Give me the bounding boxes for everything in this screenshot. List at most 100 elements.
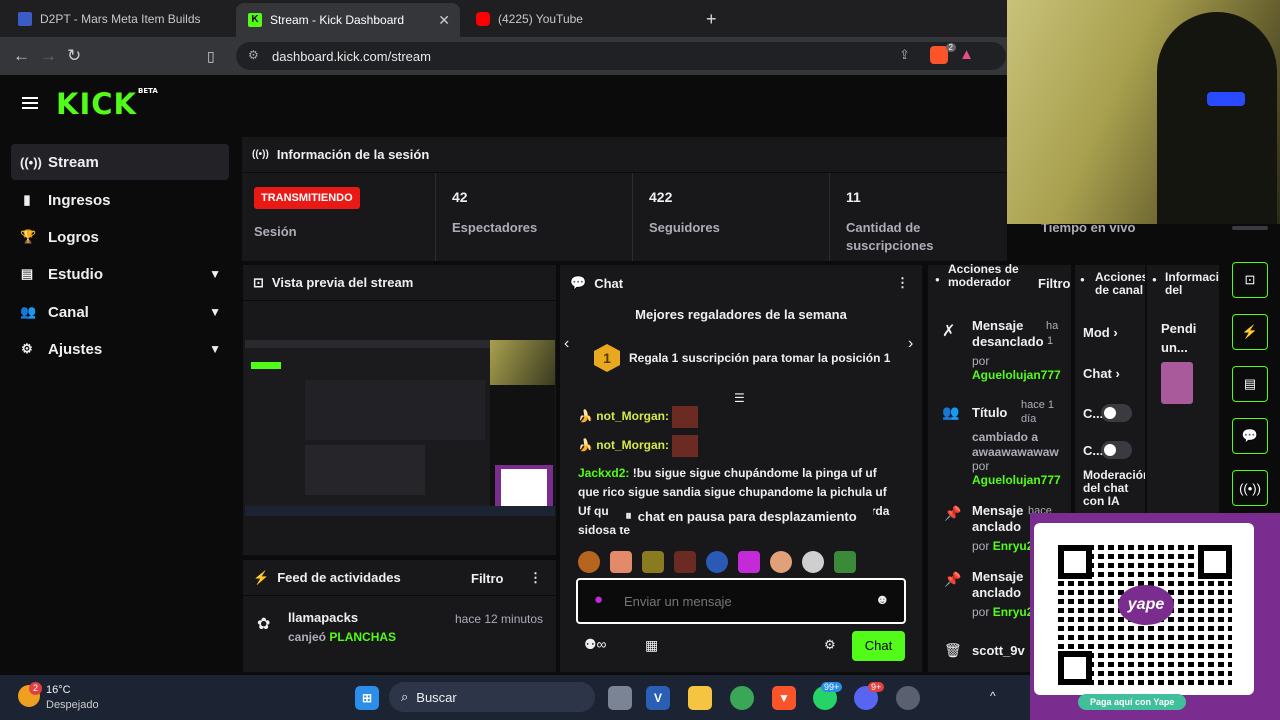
panel-header: ⊡ Vista previa del stream (243, 265, 556, 301)
chat-username[interactable]: not_Morgan: (596, 409, 669, 423)
broadcast-icon[interactable]: ((•)) (1232, 470, 1268, 506)
sidebar-item-ingresos[interactable]: ▮ Ingresos (11, 182, 229, 218)
stat-viewers: 42 Espectadores (435, 173, 632, 261)
emote-icon[interactable] (578, 551, 600, 573)
sidebar-item-estudio[interactable]: ▤ Estudio ▼ (11, 256, 229, 292)
whatsapp-badge: 99+ (821, 682, 843, 692)
chat-username[interactable]: Jackxd2: (578, 466, 629, 480)
chevron-up-icon[interactable]: ^ (990, 689, 996, 703)
toggle-switch[interactable] (1101, 441, 1132, 459)
file-explorer-icon[interactable] (688, 686, 712, 710)
forward-arrow-icon[interactable]: → (40, 46, 57, 66)
taskbar-search[interactable]: ⌕ Buscar (389, 682, 595, 712)
store-icon[interactable]: ▦ (645, 637, 658, 654)
chat-paused-banner[interactable]: ⏸ chat en pausa para desplazamiento (609, 505, 873, 527)
bookmark-icon[interactable]: ▯ (207, 46, 215, 66)
more-options-icon[interactable]: ⋮ (529, 570, 542, 586)
back-arrow-icon[interactable]: ← (13, 46, 30, 66)
stream-preview-video[interactable] (245, 340, 555, 516)
vscode-icon[interactable]: V (646, 686, 670, 710)
stat-label: Seguidores (649, 220, 720, 235)
emoji-icon[interactable]: ☻ (875, 591, 890, 607)
url-field[interactable]: ⚙ dashboard.kick.com/stream ⇪ 2 ▲ (236, 42, 1006, 70)
emote-icon[interactable] (834, 551, 856, 573)
yape-logo: yape (1118, 585, 1174, 625)
pin-icon: 📌 (944, 571, 962, 587)
windows-start-icon[interactable]: ⊞ (355, 686, 379, 710)
channel-action-chat[interactable]: Chat › (1083, 366, 1120, 381)
chat-username[interactable]: not_Morgan: (596, 438, 669, 452)
broadcast-icon: ((•)) (252, 149, 269, 160)
points-icon[interactable]: ⚉∞ (584, 636, 607, 653)
sidebar-item-label: Estudio (48, 265, 103, 283)
bolt-icon[interactable]: ⚡ (1232, 314, 1268, 350)
tab-youtube[interactable]: (4225) YouTube (464, 4, 688, 34)
obs-icon[interactable] (896, 686, 920, 710)
feed-reward: PLANCHAS (329, 630, 397, 644)
toggle-switch[interactable] (1101, 404, 1132, 422)
search-icon: ⌕ (401, 689, 409, 704)
emote-icon[interactable] (770, 551, 792, 573)
gear-icon: ⚙ (21, 341, 33, 356)
kick-sidebar: KICKBETA ((•)) Stream ▮ Ingresos 🏆 Logro… (0, 75, 240, 675)
menu-icon[interactable] (22, 97, 38, 112)
chat-message-input[interactable] (624, 590, 864, 612)
stream-info-panel: ● Información del stream Pendi un... (1147, 265, 1219, 515)
weather-desc: Despejado (46, 699, 99, 711)
stream-thumbnail[interactable] (1161, 362, 1193, 404)
brave-icon[interactable]: ▼ (772, 686, 796, 710)
chat-bubble-icon[interactable]: 💬 (1232, 418, 1268, 454)
microphone-icon[interactable]: ● (594, 591, 603, 608)
channel-action-mod[interactable]: Mod › (1083, 325, 1118, 340)
trash-icon: 🗑 (944, 642, 962, 658)
collapse-icon[interactable]: ☰ (734, 391, 745, 405)
chat-input-box[interactable]: ● ☻ (576, 578, 906, 624)
kick-logo[interactable]: KICKBETA (56, 87, 158, 121)
notes-icon[interactable]: ▤ (1232, 366, 1268, 402)
tab-d2pt[interactable]: D2PT - Mars Meta Item Builds (6, 4, 234, 34)
mod-action-user[interactable]: Aguelolujan777 (972, 473, 1061, 487)
chrome-icon[interactable] (730, 686, 754, 710)
sidebar-item-logros[interactable]: 🏆 Logros (11, 219, 229, 255)
mod-action-time: hace 1 día (1021, 399, 1055, 425)
site-settings-icon[interactable]: ⚙ (248, 48, 259, 62)
sidebar-item-ajustes[interactable]: ⚙ Ajustes ▼ (11, 331, 229, 367)
mod-action-user[interactable]: Enryu2 (993, 539, 1034, 553)
more-options-icon[interactable]: ⋮ (896, 275, 909, 291)
gear-icon[interactable]: ⚙ (824, 637, 836, 653)
close-tab-icon[interactable]: ✕ (438, 12, 450, 29)
emote-icon[interactable] (738, 551, 760, 573)
mod-action-user[interactable]: Enryu2 (993, 605, 1034, 619)
tab-title: Stream - Kick Dashboard (270, 13, 405, 27)
chart-icon: ▮ (23, 192, 31, 207)
sidebar-item-label: Ajustes (48, 340, 103, 358)
windows-taskbar: 2 16°C Despejado ⊞ ⌕ Buscar V ▼ 99+ 9+ ^ (0, 675, 1030, 720)
reload-icon[interactable]: ↻ (67, 46, 81, 66)
emote-icon[interactable] (802, 551, 824, 573)
capture-icon[interactable]: ⊡ (1232, 262, 1268, 298)
emote-icon[interactable] (642, 551, 664, 573)
youtube-favicon-icon (476, 12, 490, 26)
feed-time: hace 12 minutos (455, 612, 544, 626)
brave-rewards-icon[interactable]: ▲ (959, 46, 974, 63)
mod-action-user[interactable]: Aguelolujan777 (972, 368, 1061, 382)
panel-title: Información de la sesión (276, 147, 430, 162)
filter-button[interactable]: Filtro (471, 571, 504, 586)
chat-send-button[interactable]: Chat (852, 631, 905, 661)
chevron-left-icon[interactable]: ‹ (564, 335, 569, 353)
filter-button[interactable]: Filtro (1038, 276, 1071, 291)
sidebar-item-stream[interactable]: ((•)) Stream (11, 144, 229, 180)
task-view-icon[interactable] (608, 686, 632, 710)
channel-action-ai-moderation[interactable]: Moderación del chat con IA (1083, 469, 1145, 513)
sidebar-item-canal[interactable]: 👥 Canal ▼ (11, 294, 229, 330)
panel-header: ⚡ Feed de actividades Filtro ⋮ (243, 560, 556, 596)
emote-icon[interactable] (674, 551, 696, 573)
share-icon[interactable]: ⇪ (899, 47, 910, 63)
feed-user[interactable]: llamapacks (288, 610, 358, 625)
emote-icon[interactable] (706, 551, 728, 573)
new-tab-button[interactable]: + (694, 4, 729, 34)
gift-cta[interactable]: Regala 1 suscripción para tomar la posic… (629, 351, 890, 365)
emote-icon[interactable] (610, 551, 632, 573)
tab-kick-dashboard[interactable]: K Stream - Kick Dashboard ✕ (236, 3, 460, 37)
chevron-right-icon[interactable]: › (908, 335, 913, 353)
